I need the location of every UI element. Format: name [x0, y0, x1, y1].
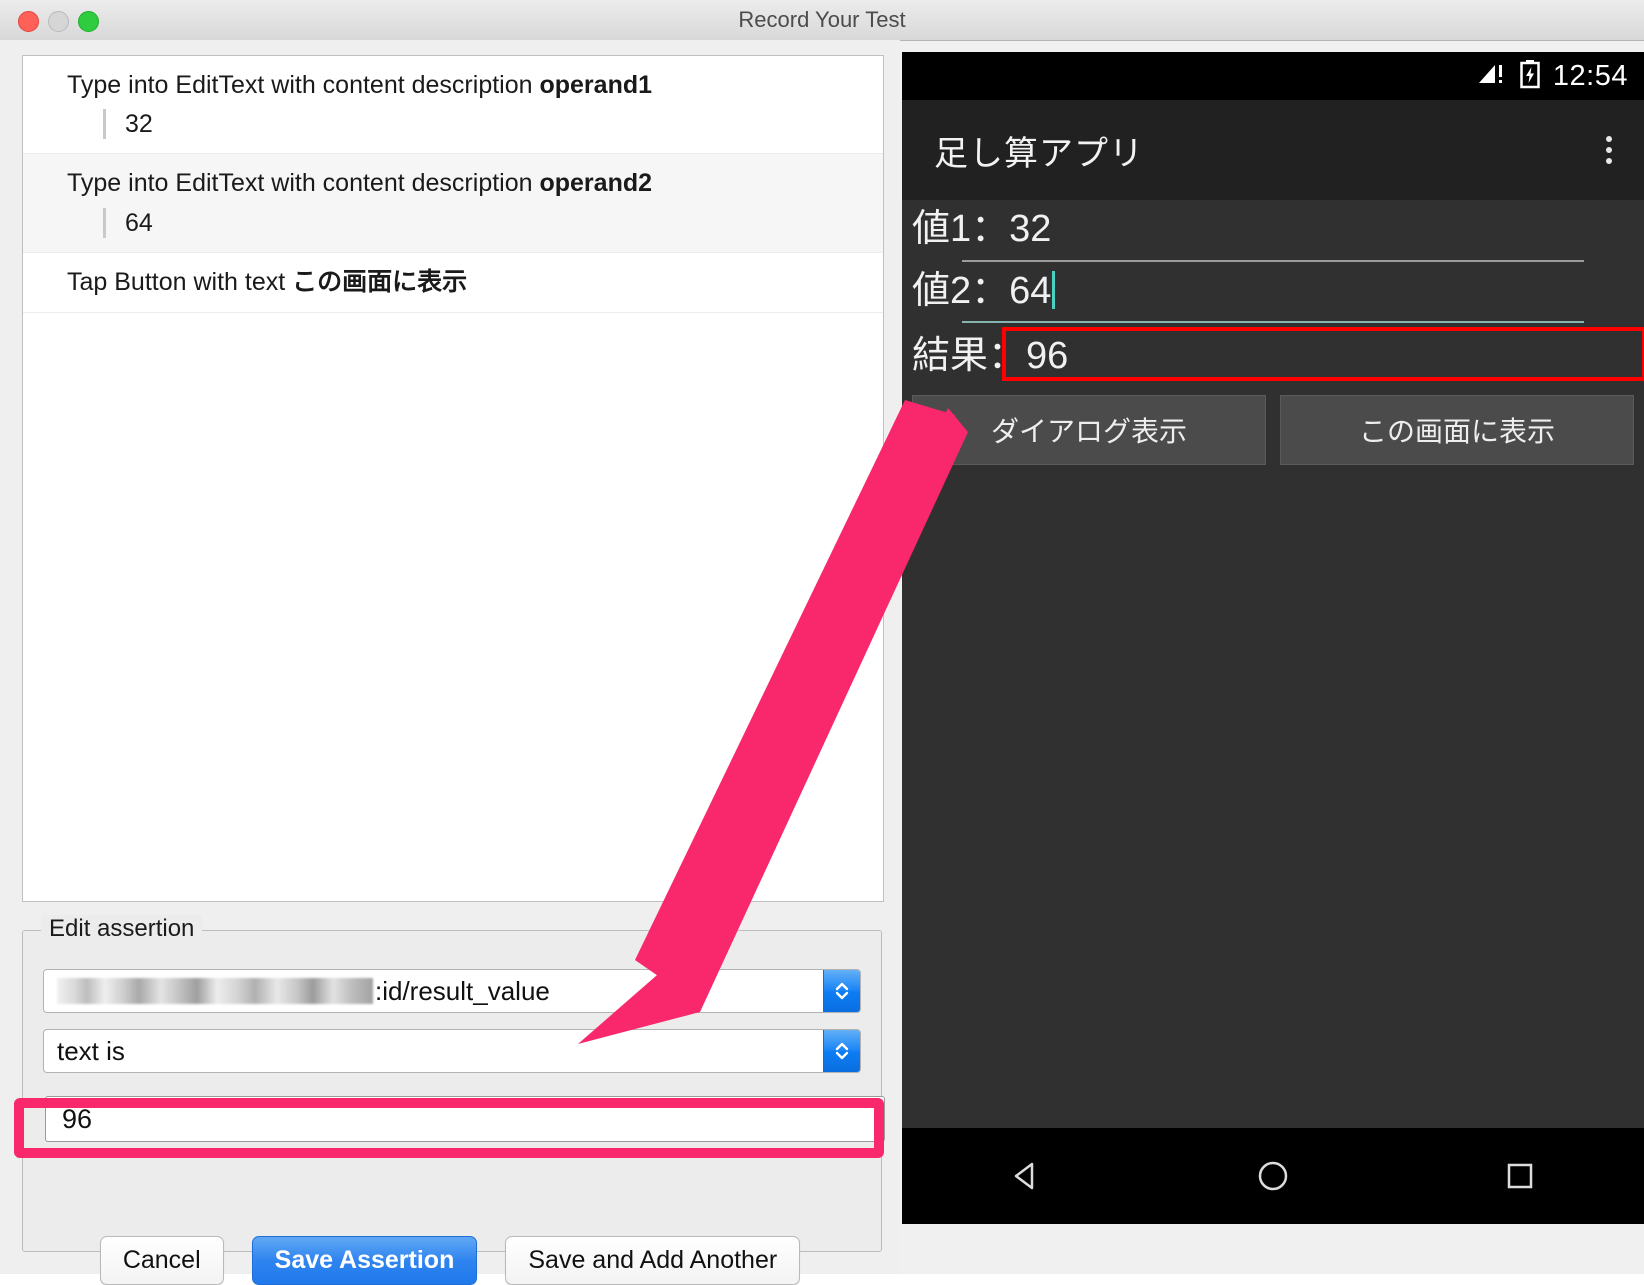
window-titlebar: Record Your Test [0, 0, 1644, 41]
text-caret [1052, 270, 1056, 309]
chevron-updown-icon[interactable] [823, 970, 860, 1012]
app-bar-title: 足し算アプリ [934, 134, 1144, 173]
list-item[interactable]: Tap Button with text この画面に表示 [23, 253, 883, 313]
assertion-value-text: 96 [62, 1103, 93, 1134]
assertion-matcher-select[interactable]: text is [43, 1029, 861, 1073]
step-prefix: Type into EditText with content descript… [67, 71, 540, 99]
assertion-matcher-value: text is [57, 1035, 125, 1066]
battery-charging-icon [1519, 59, 1541, 94]
step-prefix: Tap Button with text [67, 267, 293, 296]
cancel-button[interactable]: Cancel [99, 1236, 224, 1285]
save-assertion-button[interactable]: Save Assertion [251, 1236, 478, 1285]
show-inline-button[interactable]: この画面に表示 [1280, 394, 1634, 465]
signal-warning-icon [1477, 61, 1507, 92]
save-and-add-another-button[interactable]: Save and Add Another [505, 1236, 801, 1285]
recents-icon[interactable] [1498, 1154, 1542, 1198]
window-title: Record Your Test [738, 7, 906, 32]
back-icon[interactable] [1004, 1154, 1048, 1198]
list-item[interactable]: Type into EditText with content descript… [23, 56, 883, 155]
step-target: この画面に表示 [292, 267, 468, 296]
android-nav-bar [902, 1128, 1644, 1224]
step-value: 32 [103, 109, 883, 140]
result-field: 結果：96 [910, 327, 1644, 381]
operand2-text: 値2：64 [912, 269, 1052, 312]
show-dialog-button[interactable]: ダイアログ表示 [912, 394, 1266, 465]
step-target: operand1 [539, 71, 653, 99]
status-bar-clock: 12:54 [1552, 59, 1628, 92]
step-prefix: Type into EditText with content descript… [67, 169, 540, 198]
app-content: 値1：32 値2：64 結果：96 ダイアログ表示 この画面に表示 [902, 200, 1644, 1150]
step-description: Type into EditText with content descript… [67, 168, 883, 199]
assertion-value-input[interactable]: 96 [45, 1096, 885, 1142]
dialog-button-row: Cancel Save Assertion Save and Add Anoth… [0, 1236, 900, 1285]
step-target: operand2 [539, 169, 653, 198]
assertion-element-select[interactable]: :id/result_value [43, 969, 861, 1013]
redacted-package-name [57, 978, 373, 1004]
step-description: Tap Button with text この画面に表示 [67, 267, 883, 298]
operand2-field[interactable]: 値2：64 [910, 262, 1636, 323]
record-your-test-window: Record Your Test Type into EditText with… [0, 0, 1644, 1285]
operand2-label: 値2：64 [910, 268, 1636, 316]
android-status-bar: 12:54 [902, 52, 1644, 100]
edit-assertion-group: Edit assertion :id/result_value text is [22, 915, 885, 1252]
test-steps-list[interactable]: Type into EditText with content descript… [22, 55, 884, 902]
operand2-underline [962, 321, 1584, 323]
operand1-field[interactable]: 値1：32 [910, 200, 1636, 262]
list-item[interactable]: Type into EditText with content descript… [23, 154, 883, 253]
app-button-row: ダイアログ表示 この画面に表示 [912, 394, 1634, 465]
app-bar: 足し算アプリ [902, 100, 1644, 200]
result-highlight-box [1002, 327, 1644, 381]
group-legend: Edit assertion [41, 915, 203, 943]
step-value: 64 [103, 207, 883, 238]
device-screen[interactable]: 12:54 足し算アプリ 値1：32 値2：64 結果：96 ダイアログ表示 こ… [902, 52, 1644, 1224]
operand1-label: 値1：32 [912, 208, 1052, 250]
assertion-element-id: :id/result_value [375, 975, 550, 1006]
chevron-updown-icon[interactable] [823, 1030, 860, 1072]
left-pane: Type into EditText with content descript… [0, 40, 900, 1285]
assertion-element-value: :id/result_value [44, 976, 550, 1007]
step-description: Type into EditText with content descript… [67, 70, 883, 101]
home-icon[interactable] [1251, 1154, 1295, 1198]
overflow-menu-icon[interactable] [1606, 136, 1612, 164]
